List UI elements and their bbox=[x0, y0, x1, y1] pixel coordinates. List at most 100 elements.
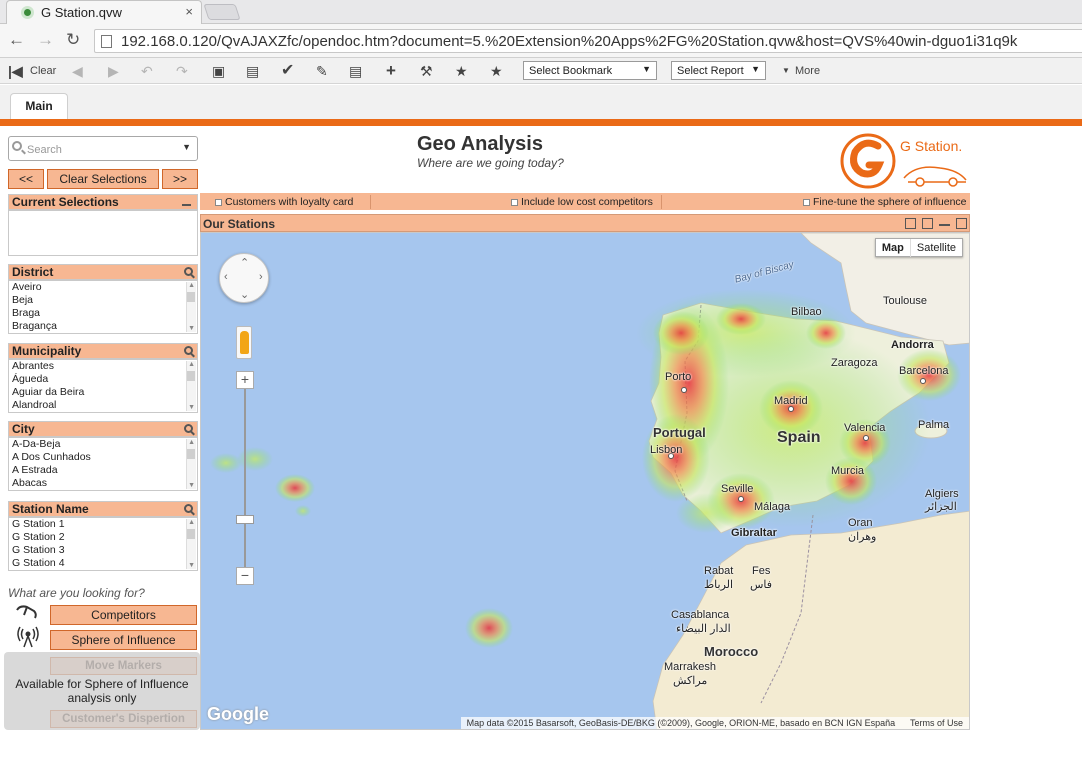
street-view-pegman-icon[interactable] bbox=[236, 326, 252, 359]
add-icon[interactable]: + bbox=[386, 62, 396, 80]
competitors-button[interactable]: Competitors bbox=[50, 605, 197, 625]
map-label-rabat: Rabat bbox=[704, 565, 734, 577]
list-item[interactable]: Abacas bbox=[9, 477, 197, 490]
forward-selection-button[interactable]: >> bbox=[162, 169, 198, 189]
logo-text: G Station. bbox=[900, 138, 963, 154]
sphere-of-influence-button[interactable]: Sphere of Influence bbox=[50, 630, 197, 650]
print-icon[interactable] bbox=[905, 218, 916, 229]
list-item[interactable]: A Estrada bbox=[9, 464, 197, 477]
list-item[interactable]: A-Da-Beja bbox=[9, 438, 197, 451]
list-item[interactable]: Bragança bbox=[9, 320, 197, 333]
map-label-oran: Oran bbox=[848, 517, 873, 529]
current-selections-box bbox=[8, 210, 198, 256]
clear-button[interactable]: Clear bbox=[30, 62, 56, 80]
google-logo: Google bbox=[207, 704, 269, 724]
city-dot-seville bbox=[738, 496, 744, 502]
forward-icon[interactable]: ▶ bbox=[108, 62, 119, 80]
minimize-icon[interactable] bbox=[939, 218, 950, 226]
back-arrow-icon[interactable]: ← bbox=[8, 31, 25, 49]
minimize-icon[interactable] bbox=[182, 204, 191, 206]
chevron-down-icon: ▼ bbox=[751, 64, 760, 74]
add-bookmark-icon[interactable]: ★ bbox=[455, 62, 468, 80]
list-item[interactable]: G Station 4 bbox=[9, 557, 197, 570]
export-icon[interactable] bbox=[922, 218, 933, 229]
scroll-down-icon[interactable]: ▼ bbox=[188, 404, 195, 411]
pan-control[interactable]: ⌃ ⌄ ‹ › bbox=[219, 253, 269, 303]
scroll-down-icon[interactable]: ▼ bbox=[188, 562, 195, 569]
pan-right-icon[interactable]: › bbox=[259, 271, 263, 283]
station-map[interactable]: Bay of Biscay Bilbao Toulouse Andorra Po… bbox=[200, 232, 970, 730]
list-item[interactable]: A Dos Cunhados bbox=[9, 451, 197, 464]
map-type-satellite-button[interactable]: Satellite bbox=[911, 239, 962, 257]
back-selection-button[interactable]: << bbox=[8, 169, 44, 189]
scrollbar-thumb[interactable] bbox=[187, 529, 195, 539]
select-bookmark-dropdown[interactable]: Select Bookmark ▼ bbox=[523, 61, 657, 80]
search-input[interactable]: Search ▼ bbox=[8, 136, 198, 161]
browser-tab[interactable]: G Station.qvw × bbox=[6, 0, 202, 24]
clear-selections-button[interactable]: Clear Selections bbox=[47, 169, 159, 189]
new-tab-button[interactable] bbox=[203, 4, 241, 20]
scrollbar-thumb[interactable] bbox=[187, 449, 195, 459]
list-item[interactable]: G Station 2 bbox=[9, 531, 197, 544]
pan-up-icon[interactable]: ⌃ bbox=[240, 256, 249, 269]
scroll-up-icon[interactable]: ▲ bbox=[188, 361, 195, 368]
more-button[interactable]: More bbox=[795, 62, 820, 80]
list-item[interactable]: Abrantes bbox=[9, 360, 197, 373]
scroll-up-icon[interactable]: ▲ bbox=[188, 439, 195, 446]
unlock-icon[interactable]: ▤ bbox=[246, 62, 259, 80]
lock-icon[interactable]: ▣ bbox=[212, 62, 225, 80]
list-item[interactable]: G Station 1 bbox=[9, 518, 197, 531]
clear-icon[interactable]: |◀ bbox=[8, 62, 23, 80]
url-field[interactable]: 192.168.0.120/QvAJAXZfc/opendoc.htm?docu… bbox=[94, 29, 1082, 53]
map-type-map-button[interactable]: Map bbox=[876, 239, 911, 257]
lowcost-checkbox[interactable]: Include low cost competitors bbox=[511, 196, 653, 208]
back-icon[interactable]: ◀ bbox=[72, 62, 83, 80]
list-item[interactable]: Alandroal bbox=[9, 399, 197, 412]
station-listbox[interactable]: G Station 1 G Station 2 G Station 3 G St… bbox=[8, 517, 198, 571]
edit-icon[interactable]: ✎ bbox=[316, 62, 328, 80]
list-item[interactable]: Águeda bbox=[9, 373, 197, 386]
municipality-listbox[interactable]: Abrantes Águeda Aguiar da Beira Alandroa… bbox=[8, 359, 198, 413]
zoom-slider-handle[interactable] bbox=[236, 515, 254, 524]
zoom-in-button[interactable]: + bbox=[236, 371, 254, 389]
scroll-down-icon[interactable]: ▼ bbox=[188, 482, 195, 489]
tab-main[interactable]: Main bbox=[10, 93, 68, 119]
tool-icon[interactable]: ⚒ bbox=[420, 62, 433, 80]
pan-down-icon[interactable]: ⌄ bbox=[240, 288, 249, 301]
loyalty-card-checkbox[interactable]: Customers with loyalty card bbox=[215, 196, 353, 208]
district-listbox[interactable]: Aveiro Beja Braga Bragança ▲ ▼ bbox=[8, 280, 198, 334]
list-item[interactable]: G Station 3 bbox=[9, 544, 197, 557]
redo-icon[interactable]: ↷ bbox=[176, 62, 188, 80]
maximize-icon[interactable] bbox=[956, 218, 967, 229]
bookmark-icon[interactable]: ★ bbox=[490, 62, 503, 80]
city-listbox[interactable]: A-Da-Beja A Dos Cunhados A Estrada Abaca… bbox=[8, 437, 198, 491]
scroll-up-icon[interactable]: ▲ bbox=[188, 519, 195, 526]
map-label-portugal: Portugal bbox=[653, 425, 706, 440]
list-item[interactable]: Beja bbox=[9, 294, 197, 307]
chevron-down-icon[interactable]: ▼ bbox=[182, 142, 191, 152]
terms-of-use-link[interactable]: Terms of Use bbox=[910, 718, 963, 728]
select-report-dropdown[interactable]: Select Report ▼ bbox=[671, 61, 766, 80]
city-dot-valencia bbox=[863, 435, 869, 441]
scrollbar-thumb[interactable] bbox=[187, 371, 195, 381]
more-chevron-icon[interactable]: ▼ bbox=[782, 62, 790, 80]
reload-icon[interactable]: ↻ bbox=[66, 31, 80, 49]
scrollbar-thumb[interactable] bbox=[187, 292, 195, 302]
city-dot-madrid bbox=[788, 406, 794, 412]
forward-arrow-icon[interactable]: → bbox=[37, 31, 54, 49]
undo-icon[interactable]: ↶ bbox=[141, 62, 153, 80]
chart-icon[interactable]: ▤ bbox=[349, 62, 362, 80]
address-bar-area: ← → ↻ 192.168.0.120/QvAJAXZfc/opendoc.ht… bbox=[0, 24, 1082, 58]
zoom-out-button[interactable]: − bbox=[236, 567, 254, 585]
scroll-down-icon[interactable]: ▼ bbox=[188, 325, 195, 332]
list-item[interactable]: Aveiro bbox=[9, 281, 197, 294]
map-label-valencia: Valencia bbox=[844, 422, 886, 434]
check-icon[interactable]: ✔ bbox=[281, 62, 294, 80]
scroll-up-icon[interactable]: ▲ bbox=[188, 282, 195, 289]
list-item[interactable]: Braga bbox=[9, 307, 197, 320]
finetune-checkbox[interactable]: Fine-tune the sphere of influence bbox=[803, 196, 967, 208]
zoom-track[interactable] bbox=[244, 383, 246, 573]
pan-left-icon[interactable]: ‹ bbox=[224, 271, 228, 283]
list-item[interactable]: Aguiar da Beira bbox=[9, 386, 197, 399]
tab-close-icon[interactable]: × bbox=[185, 4, 193, 19]
